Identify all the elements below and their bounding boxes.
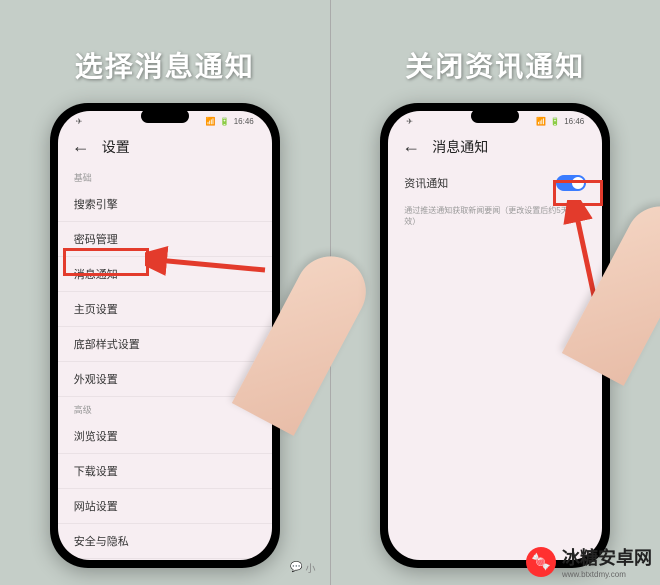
list-item-bottom-style[interactable]: 底部样式设置 <box>58 327 272 362</box>
list-item-notifications[interactable]: 消息通知 <box>58 257 272 292</box>
caption-left: 选择消息通知 <box>75 45 255 85</box>
header-title: 设置 <box>102 137 130 157</box>
list-item-download[interactable]: 下载设置 <box>58 454 272 489</box>
section-label-basic: 基础 <box>58 165 272 187</box>
list-item-browse[interactable]: 浏览设置 <box>58 419 272 454</box>
toggle-row-news: 资讯通知 <box>388 165 602 201</box>
toggle-label: 资讯通知 <box>404 175 448 191</box>
screen-header: ← 消息通知 <box>388 128 602 165</box>
back-button[interactable]: ← <box>72 136 90 157</box>
panel-right: 关闭资讯通知 ✈ 📶 🔋 16:46 ← 消息通知 资讯通知 <box>331 0 660 585</box>
list-item-clear-data[interactable]: 清除浏览数据 <box>58 559 272 560</box>
status-time: 16:46 <box>234 117 254 126</box>
toggle-news-notification[interactable] <box>556 175 586 191</box>
panel-left: 选择消息通知 ✈ 📶 🔋 16:46 ← 设置 基础 搜索引擎 <box>0 0 331 585</box>
status-left-icon: ✈ <box>76 117 83 126</box>
battery-icon: 🔋 <box>220 117 230 126</box>
wechat-watermark: 💬 小 <box>290 560 315 575</box>
wechat-text: 小 <box>305 560 315 575</box>
phone-notch <box>141 109 189 123</box>
watermark-text: 冰糖安卓网 <box>562 544 652 570</box>
phone-screen-left: ✈ 📶 🔋 16:46 ← 设置 基础 搜索引擎 密码管理 消息通知 主页设置 … <box>58 111 272 560</box>
status-left-icon: ✈ <box>406 117 413 126</box>
wechat-icon: 💬 <box>290 562 302 573</box>
phone-frame-left: ✈ 📶 🔋 16:46 ← 设置 基础 搜索引擎 密码管理 消息通知 主页设置 … <box>50 103 280 568</box>
caption-right: 关闭资讯通知 <box>405 45 585 85</box>
site-watermark: 🍬 冰糖安卓网 www.btxtdmy.com <box>526 544 652 579</box>
list-item-search-engine[interactable]: 搜索引擎 <box>58 187 272 222</box>
watermark-logo-icon: 🍬 <box>526 547 556 577</box>
signal-icon: 📶 <box>536 117 546 126</box>
list-item-homepage[interactable]: 主页设置 <box>58 292 272 327</box>
section-label-advanced: 高级 <box>58 397 272 419</box>
phone-frame-right: ✈ 📶 🔋 16:46 ← 消息通知 资讯通知 通过推送通知获取新闻要闻（更改设… <box>380 103 610 568</box>
list-item-password[interactable]: 密码管理 <box>58 222 272 257</box>
list-item-website[interactable]: 网站设置 <box>58 489 272 524</box>
watermark-url: www.btxtdmy.com <box>562 570 652 579</box>
back-button[interactable]: ← <box>402 136 420 157</box>
status-time: 16:46 <box>564 117 584 126</box>
toggle-description: 通过推送通知获取新闻要闻（更改设置后约5天生效） <box>388 201 602 231</box>
phone-screen-right: ✈ 📶 🔋 16:46 ← 消息通知 资讯通知 通过推送通知获取新闻要闻（更改设… <box>388 111 602 560</box>
screen-header: ← 设置 <box>58 128 272 165</box>
list-item-appearance[interactable]: 外观设置 <box>58 362 272 397</box>
list-item-security[interactable]: 安全与隐私 <box>58 524 272 559</box>
header-title: 消息通知 <box>432 137 488 157</box>
battery-icon: 🔋 <box>550 117 560 126</box>
signal-icon: 📶 <box>206 117 216 126</box>
phone-notch <box>471 109 519 123</box>
